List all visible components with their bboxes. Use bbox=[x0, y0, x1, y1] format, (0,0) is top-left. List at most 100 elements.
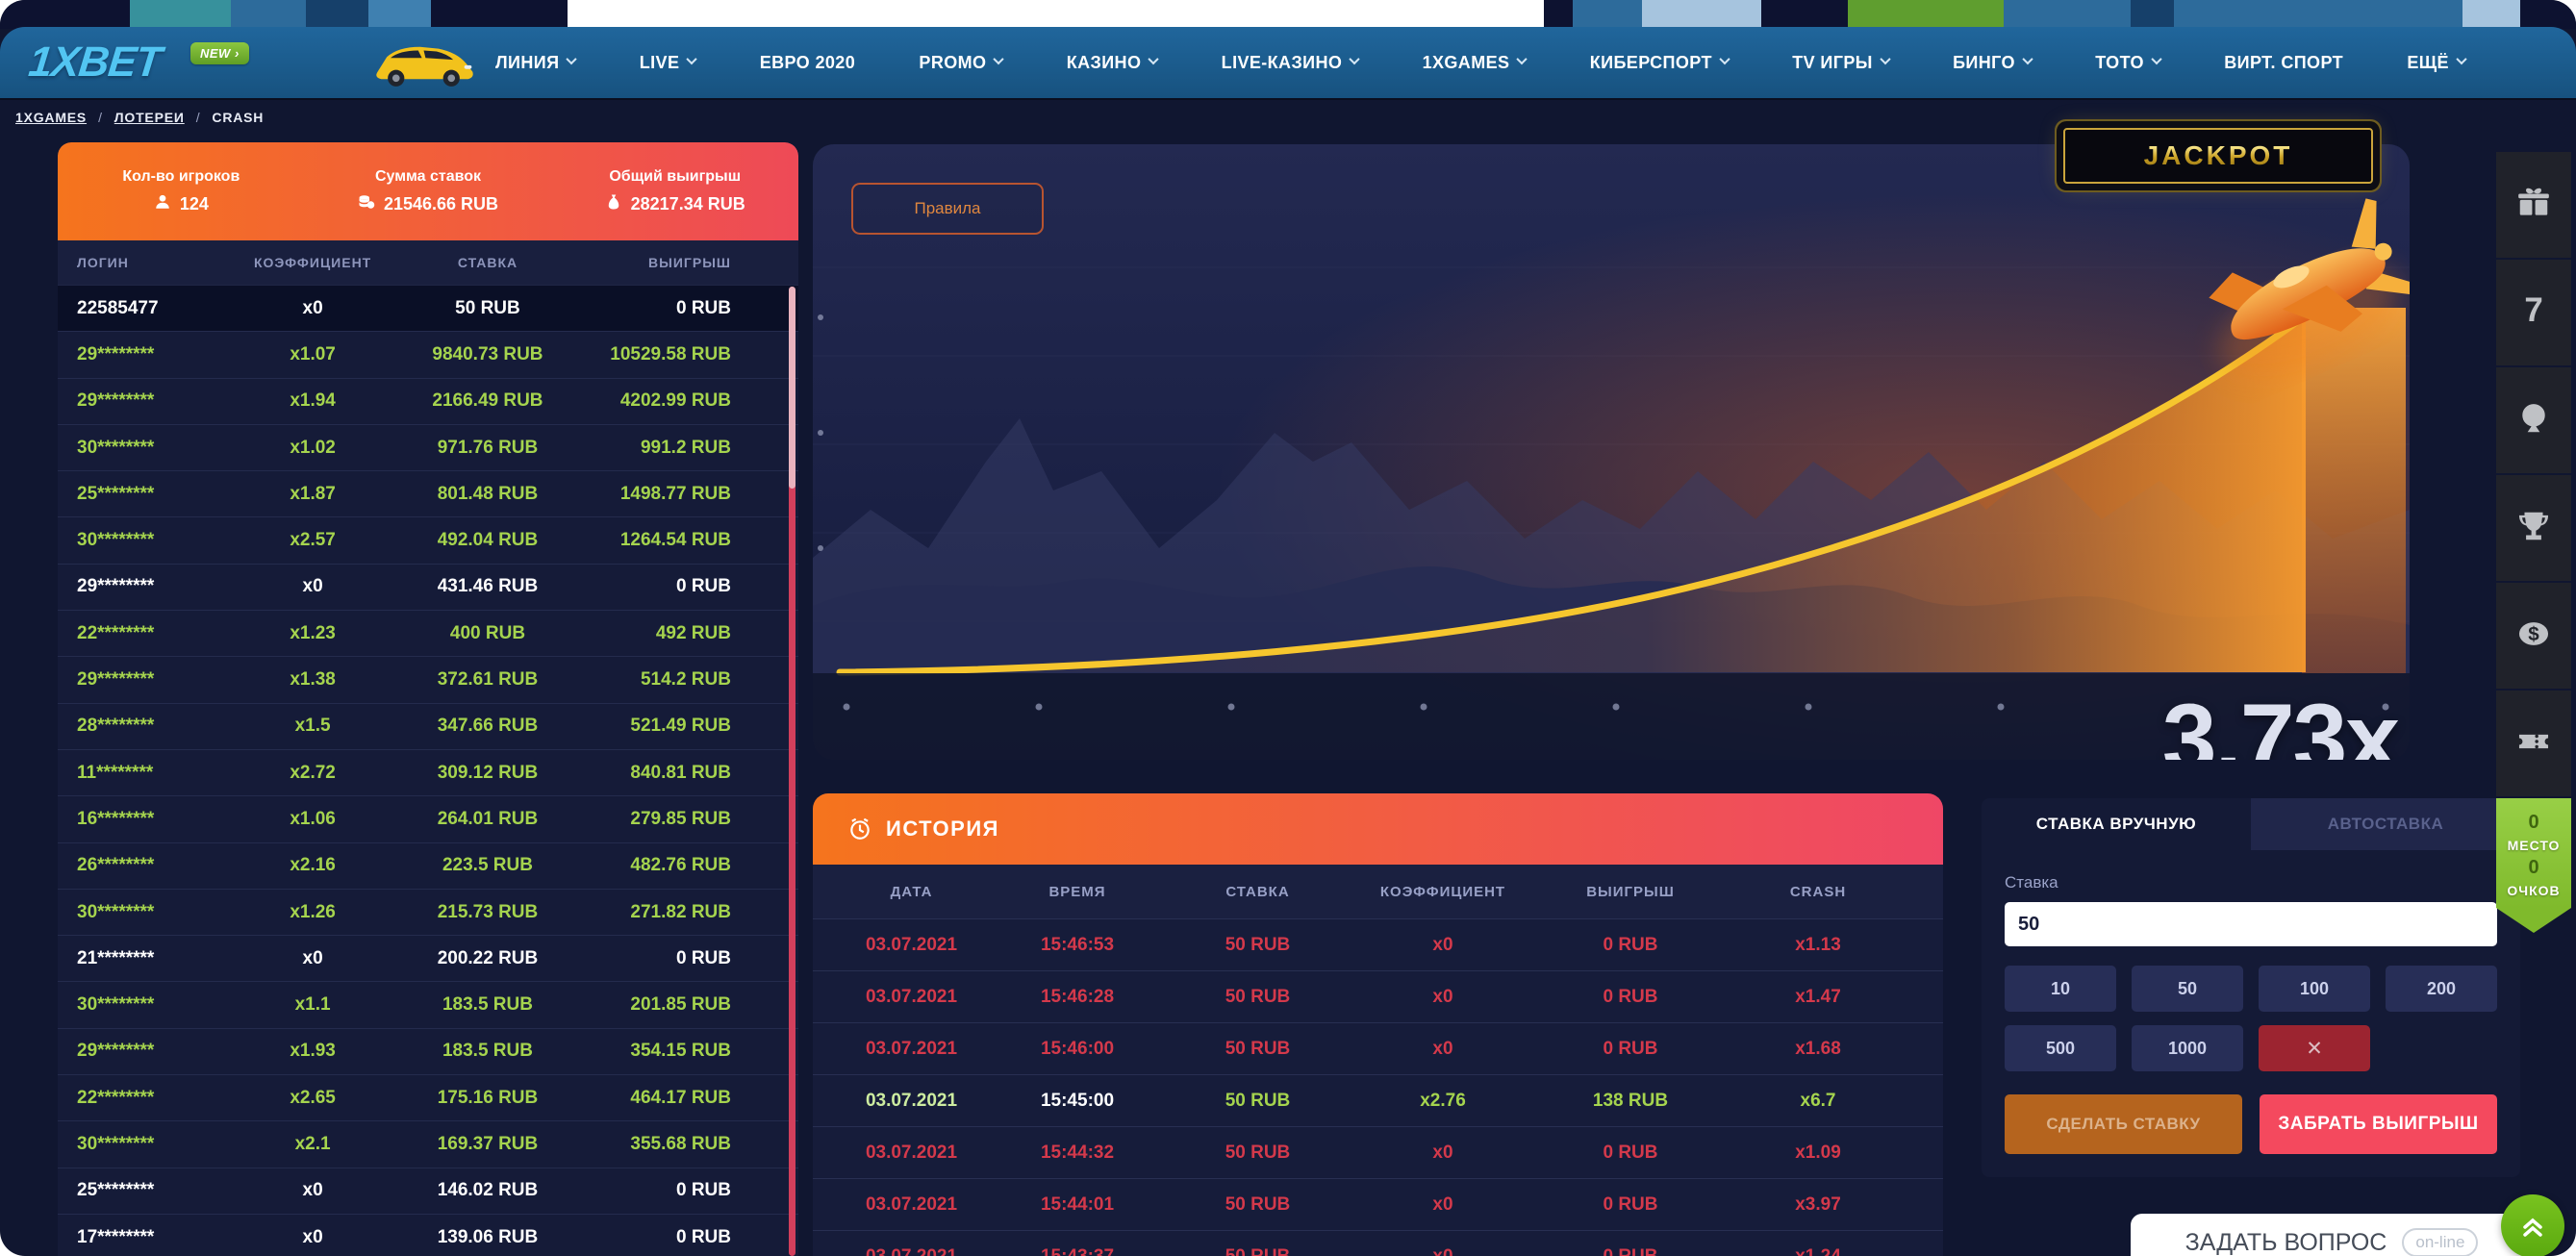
rank-badge-point bbox=[2496, 908, 2571, 933]
history-col-0: ДАТА bbox=[837, 884, 986, 900]
player-login: 22******** bbox=[77, 623, 229, 644]
player-login: 29******** bbox=[77, 1041, 229, 1062]
history-win: 0 RUB bbox=[1539, 935, 1722, 956]
history-row: 03.07.2021 15:45:00 50 RUB x2.76 138 RUB… bbox=[813, 1074, 1943, 1126]
place-bet-button[interactable]: СДЕЛАТЬ СТАВКУ bbox=[2005, 1094, 2242, 1154]
nav-item-8[interactable]: TV ИГРЫ bbox=[1792, 53, 1889, 73]
breadcrumb-separator: / bbox=[196, 110, 201, 125]
player-stake: 175.16 RUB bbox=[396, 1088, 579, 1109]
rail-item-fortune-wheel[interactable] bbox=[2496, 367, 2571, 473]
history-win: 0 RUB bbox=[1539, 1143, 1722, 1164]
nav-item-9[interactable]: БИНГО bbox=[1953, 53, 2032, 73]
rail-item-lucky-seven[interactable]: 7 bbox=[2496, 260, 2571, 365]
player-login: 30******** bbox=[77, 1134, 229, 1155]
clear-stake-button[interactable]: ✕ bbox=[2259, 1025, 2370, 1071]
lucky-seven-icon: 7 bbox=[2515, 292, 2552, 334]
nav-item-5[interactable]: LIVE-КАЗИНО bbox=[1222, 53, 1359, 73]
online-badge: on-line bbox=[2402, 1228, 2478, 1256]
nav-item-2[interactable]: ЕВРО 2020 bbox=[760, 53, 855, 73]
history-stake: 50 RUB bbox=[1169, 935, 1347, 956]
players-col-1: КОЭФФИЦИЕНТ bbox=[229, 255, 396, 270]
history-crash: x1.24 bbox=[1722, 1246, 1914, 1256]
player-row: 21******** x0 200.22 RUB 0 RUB bbox=[58, 935, 798, 981]
player-login: 16******** bbox=[77, 809, 229, 830]
nav-item-4[interactable]: КАЗИНО bbox=[1067, 53, 1158, 73]
history-table-header: ДАТАВРЕМЯСТАВКАКОЭФФИЦИЕНТВЫИГРЫШCRASH bbox=[813, 865, 1943, 918]
history-coef: x0 bbox=[1347, 935, 1539, 956]
nav-item-12[interactable]: ЕЩЁ bbox=[2407, 53, 2465, 73]
ask-question-label: ЗАДАТЬ ВОПРОС bbox=[2185, 1229, 2387, 1256]
brand-logo[interactable]: 1XBET bbox=[26, 38, 163, 87]
rules-button[interactable]: Правила bbox=[851, 183, 1044, 235]
history-col-4: ВЫИГРЫШ bbox=[1539, 884, 1722, 900]
svg-text:7: 7 bbox=[2524, 292, 2542, 329]
quick-amount-200[interactable]: 200 bbox=[2386, 966, 2497, 1012]
rail-item-ticket[interactable] bbox=[2496, 691, 2571, 796]
player-row: 26******** x2.16 223.5 RUB 482.76 RUB bbox=[58, 842, 798, 889]
nav-item-7[interactable]: КИБЕРСПОРТ bbox=[1590, 53, 1729, 73]
player-win: 492 RUB bbox=[579, 623, 731, 644]
players-col-3: ВЫИГРЫШ bbox=[579, 255, 731, 270]
player-coef: x1.06 bbox=[229, 809, 396, 830]
history-coef: x0 bbox=[1347, 1246, 1539, 1256]
player-row: 22585477 x0 50 RUB 0 RUB bbox=[58, 285, 798, 331]
player-win: 991.2 RUB bbox=[579, 438, 731, 459]
player-row: 28******** x1.5 347.66 RUB 521.49 RUB bbox=[58, 703, 798, 749]
player-login: 30******** bbox=[77, 902, 229, 923]
chevron-down-icon bbox=[2456, 54, 2466, 64]
player-stake: 971.76 RUB bbox=[396, 438, 579, 459]
nav-item-1[interactable]: LIVE bbox=[640, 53, 696, 73]
quick-amount-1000[interactable]: 1000 bbox=[2132, 1025, 2243, 1071]
bet-actions: СДЕЛАТЬ СТАВКУ ЗАБРАТЬ ВЫИГРЫШ bbox=[2005, 1094, 2497, 1154]
crash-game-page: 1XBET NEW › ЛИНИЯLIVEЕВРО 2020PROMOКАЗИН… bbox=[0, 0, 2576, 1256]
history-row: 03.07.2021 15:46:53 50 RUB x0 0 RUB x1.1… bbox=[813, 918, 1943, 970]
rail-item-gift[interactable] bbox=[2496, 152, 2571, 258]
player-win: 464.17 RUB bbox=[579, 1088, 731, 1109]
quick-amount-10[interactable]: 10 bbox=[2005, 966, 2116, 1012]
car-promo-icon[interactable] bbox=[368, 35, 479, 90]
chevron-down-icon bbox=[1149, 54, 1159, 64]
player-row: 11******** x2.72 309.12 RUB 840.81 RUB bbox=[58, 749, 798, 795]
player-login: 22******** bbox=[77, 1088, 229, 1109]
player-win: 0 RUB bbox=[579, 1227, 731, 1248]
rail-item-trophy[interactable] bbox=[2496, 475, 2571, 581]
top-nav: 1XBET NEW › ЛИНИЯLIVEЕВРО 2020PROMOКАЗИН… bbox=[0, 27, 2576, 98]
rail-item-dollar[interactable]: $ bbox=[2496, 583, 2571, 689]
rank-badge[interactable]: 0 МЕСТО 0 ОЧКОВ bbox=[2496, 798, 2571, 908]
tab-manual-bet[interactable]: СТАВКА ВРУЧНУЮ bbox=[1982, 798, 2251, 850]
breadcrumb-item-1[interactable]: ЛОТЕРЕИ bbox=[114, 110, 185, 125]
player-win: 0 RUB bbox=[579, 298, 731, 319]
nav-item-0[interactable]: ЛИНИЯ bbox=[495, 53, 575, 73]
ask-question-widget[interactable]: ЗАДАТЬ ВОПРОС on-line bbox=[2131, 1214, 2533, 1256]
player-login: 25******** bbox=[77, 484, 229, 505]
current-multiplier: 3.73x bbox=[2162, 683, 2398, 760]
breadcrumb-item-0[interactable]: 1XGAMES bbox=[15, 110, 87, 125]
player-row: 30******** x1.02 971.76 RUB 991.2 RUB bbox=[58, 424, 798, 470]
quick-amount-50[interactable]: 50 bbox=[2132, 966, 2243, 1012]
player-login: 11******** bbox=[77, 763, 229, 784]
quick-amounts: 10 50 100 200 500 1000 ✕ bbox=[2005, 966, 2497, 1071]
stake-input[interactable] bbox=[2005, 902, 2497, 946]
scrollbar-thumb[interactable] bbox=[789, 287, 796, 489]
nav-item-11[interactable]: ВИРТ. СПОРТ bbox=[2224, 53, 2343, 73]
nav-item-10[interactable]: ТОТО bbox=[2095, 53, 2160, 73]
chevron-down-icon bbox=[2022, 54, 2033, 64]
player-coef: x1.23 bbox=[229, 623, 396, 644]
tab-auto-bet[interactable]: АВТОСТАВКА bbox=[2251, 798, 2520, 850]
history-date: 03.07.2021 bbox=[837, 1143, 986, 1164]
players-scrollbar[interactable] bbox=[789, 287, 796, 1256]
player-login: 25******** bbox=[77, 1180, 229, 1201]
player-row: 30******** x1.26 215.73 RUB 271.82 RUB bbox=[58, 889, 798, 935]
player-win: 354.15 RUB bbox=[579, 1041, 731, 1062]
quick-amount-500[interactable]: 500 bbox=[2005, 1025, 2116, 1071]
rail-items: 7$ bbox=[2496, 152, 2571, 796]
nav-item-6[interactable]: 1XGAMES bbox=[1423, 53, 1527, 73]
nav-item-3[interactable]: PROMO bbox=[919, 53, 1002, 73]
player-row: 30******** x2.57 492.04 RUB 1264.54 RUB bbox=[58, 516, 798, 563]
scroll-top-button[interactable] bbox=[2501, 1194, 2564, 1256]
dollar-icon: $ bbox=[2515, 615, 2552, 657]
cash-out-button[interactable]: ЗАБРАТЬ ВЫИГРЫШ bbox=[2260, 1094, 2497, 1154]
quick-amount-100[interactable]: 100 bbox=[2259, 966, 2370, 1012]
chevron-down-icon bbox=[567, 54, 577, 64]
history-stake: 50 RUB bbox=[1169, 1246, 1347, 1256]
